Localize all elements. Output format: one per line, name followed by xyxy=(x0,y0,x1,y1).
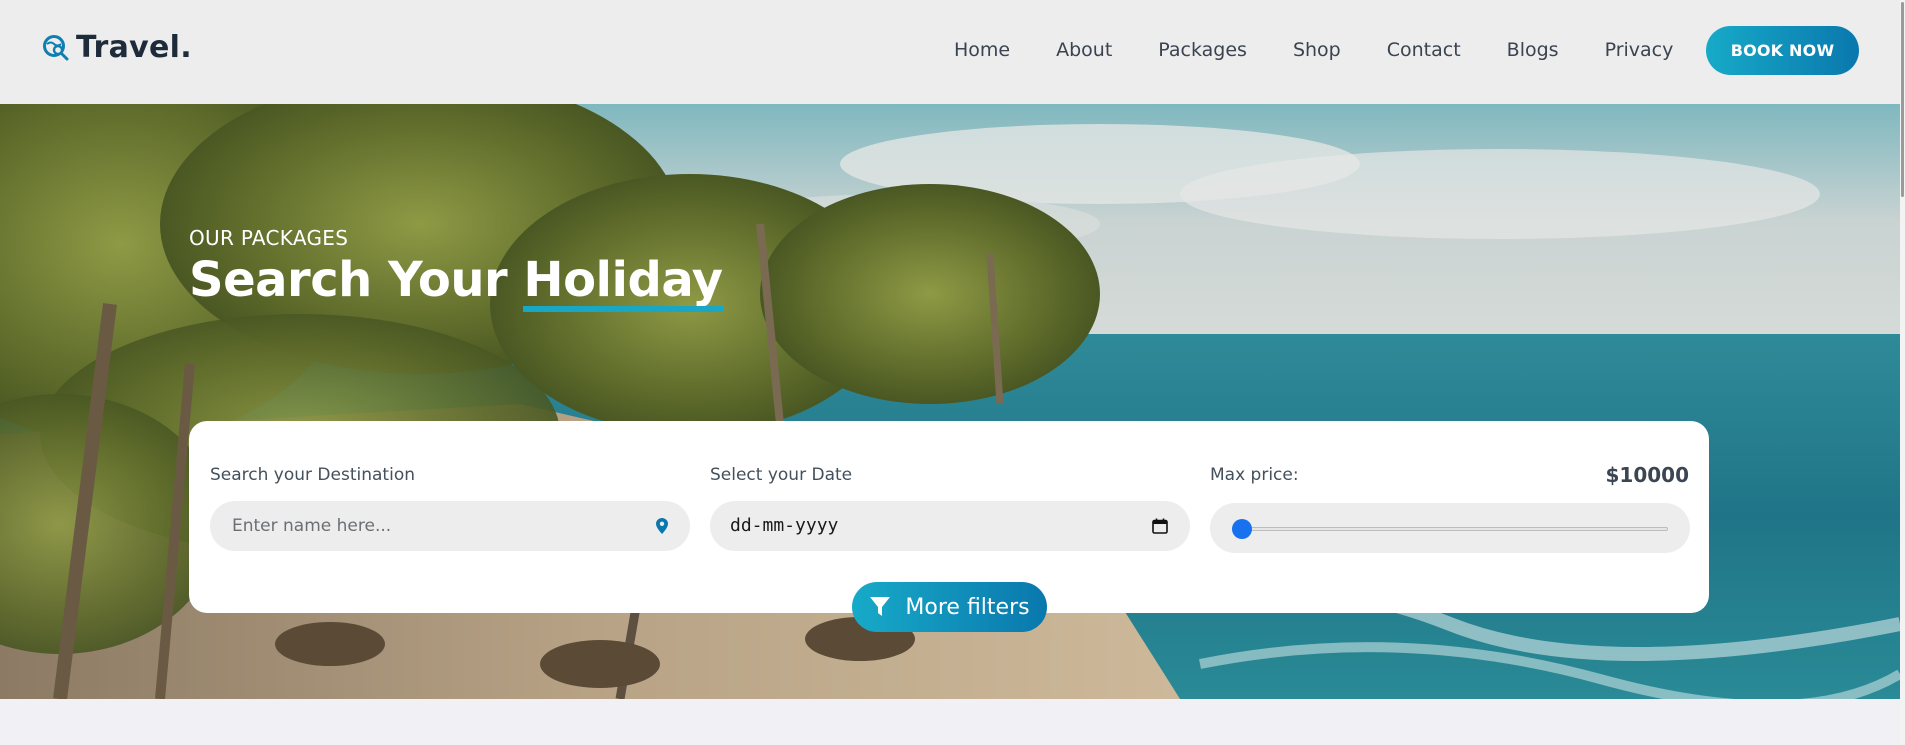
nav-link-about[interactable]: About xyxy=(1056,38,1112,62)
price-slider-track[interactable] xyxy=(1232,527,1668,531)
nav-link-packages[interactable]: Packages xyxy=(1158,38,1247,62)
map-pin-icon xyxy=(656,518,668,534)
site-header: Travel. Home About Packages Shop Contact… xyxy=(0,0,1900,104)
hero-title-highlight: Holiday xyxy=(523,252,723,312)
hero-kicker: OUR PACKAGES xyxy=(189,226,349,250)
calendar-icon[interactable] xyxy=(1152,518,1168,534)
destination-field xyxy=(210,501,690,551)
date-label: Select your Date xyxy=(710,465,853,485)
destination-input[interactable] xyxy=(230,501,630,551)
page-scrollbar-thumb[interactable] xyxy=(1901,2,1904,197)
main-nav: Home About Packages Shop Contact Blogs P… xyxy=(954,38,1673,62)
nav-link-privacy[interactable]: Privacy xyxy=(1605,38,1674,62)
book-now-button[interactable]: BOOK NOW xyxy=(1706,26,1859,75)
nav-link-home[interactable]: Home xyxy=(954,38,1010,62)
filter-funnel-icon xyxy=(870,597,891,616)
more-filters-button[interactable]: More filters xyxy=(852,582,1047,632)
hero-title-prefix: Search Your xyxy=(189,252,524,308)
date-input-value[interactable]: dd-mm-yyyy xyxy=(730,515,838,536)
price-slider-thumb[interactable] xyxy=(1232,519,1252,539)
logo-text: Travel. xyxy=(76,30,192,65)
price-value: $10000 xyxy=(1605,463,1690,487)
nav-link-shop[interactable]: Shop xyxy=(1293,38,1341,62)
globe-search-icon xyxy=(43,34,69,60)
title-underline xyxy=(523,306,723,312)
nav-link-blogs[interactable]: Blogs xyxy=(1507,38,1559,62)
more-filters-label: More filters xyxy=(905,594,1030,620)
date-field[interactable]: dd-mm-yyyy xyxy=(710,501,1190,551)
price-field xyxy=(1210,503,1690,553)
logo[interactable]: Travel. xyxy=(42,30,192,65)
hero-title-highlight-text: Holiday xyxy=(523,252,723,308)
nav-link-contact[interactable]: Contact xyxy=(1387,38,1461,62)
hero-title: Search Your Holiday xyxy=(189,252,723,312)
destination-label: Search your Destination xyxy=(210,465,415,485)
price-label: Max price: xyxy=(1210,465,1299,485)
